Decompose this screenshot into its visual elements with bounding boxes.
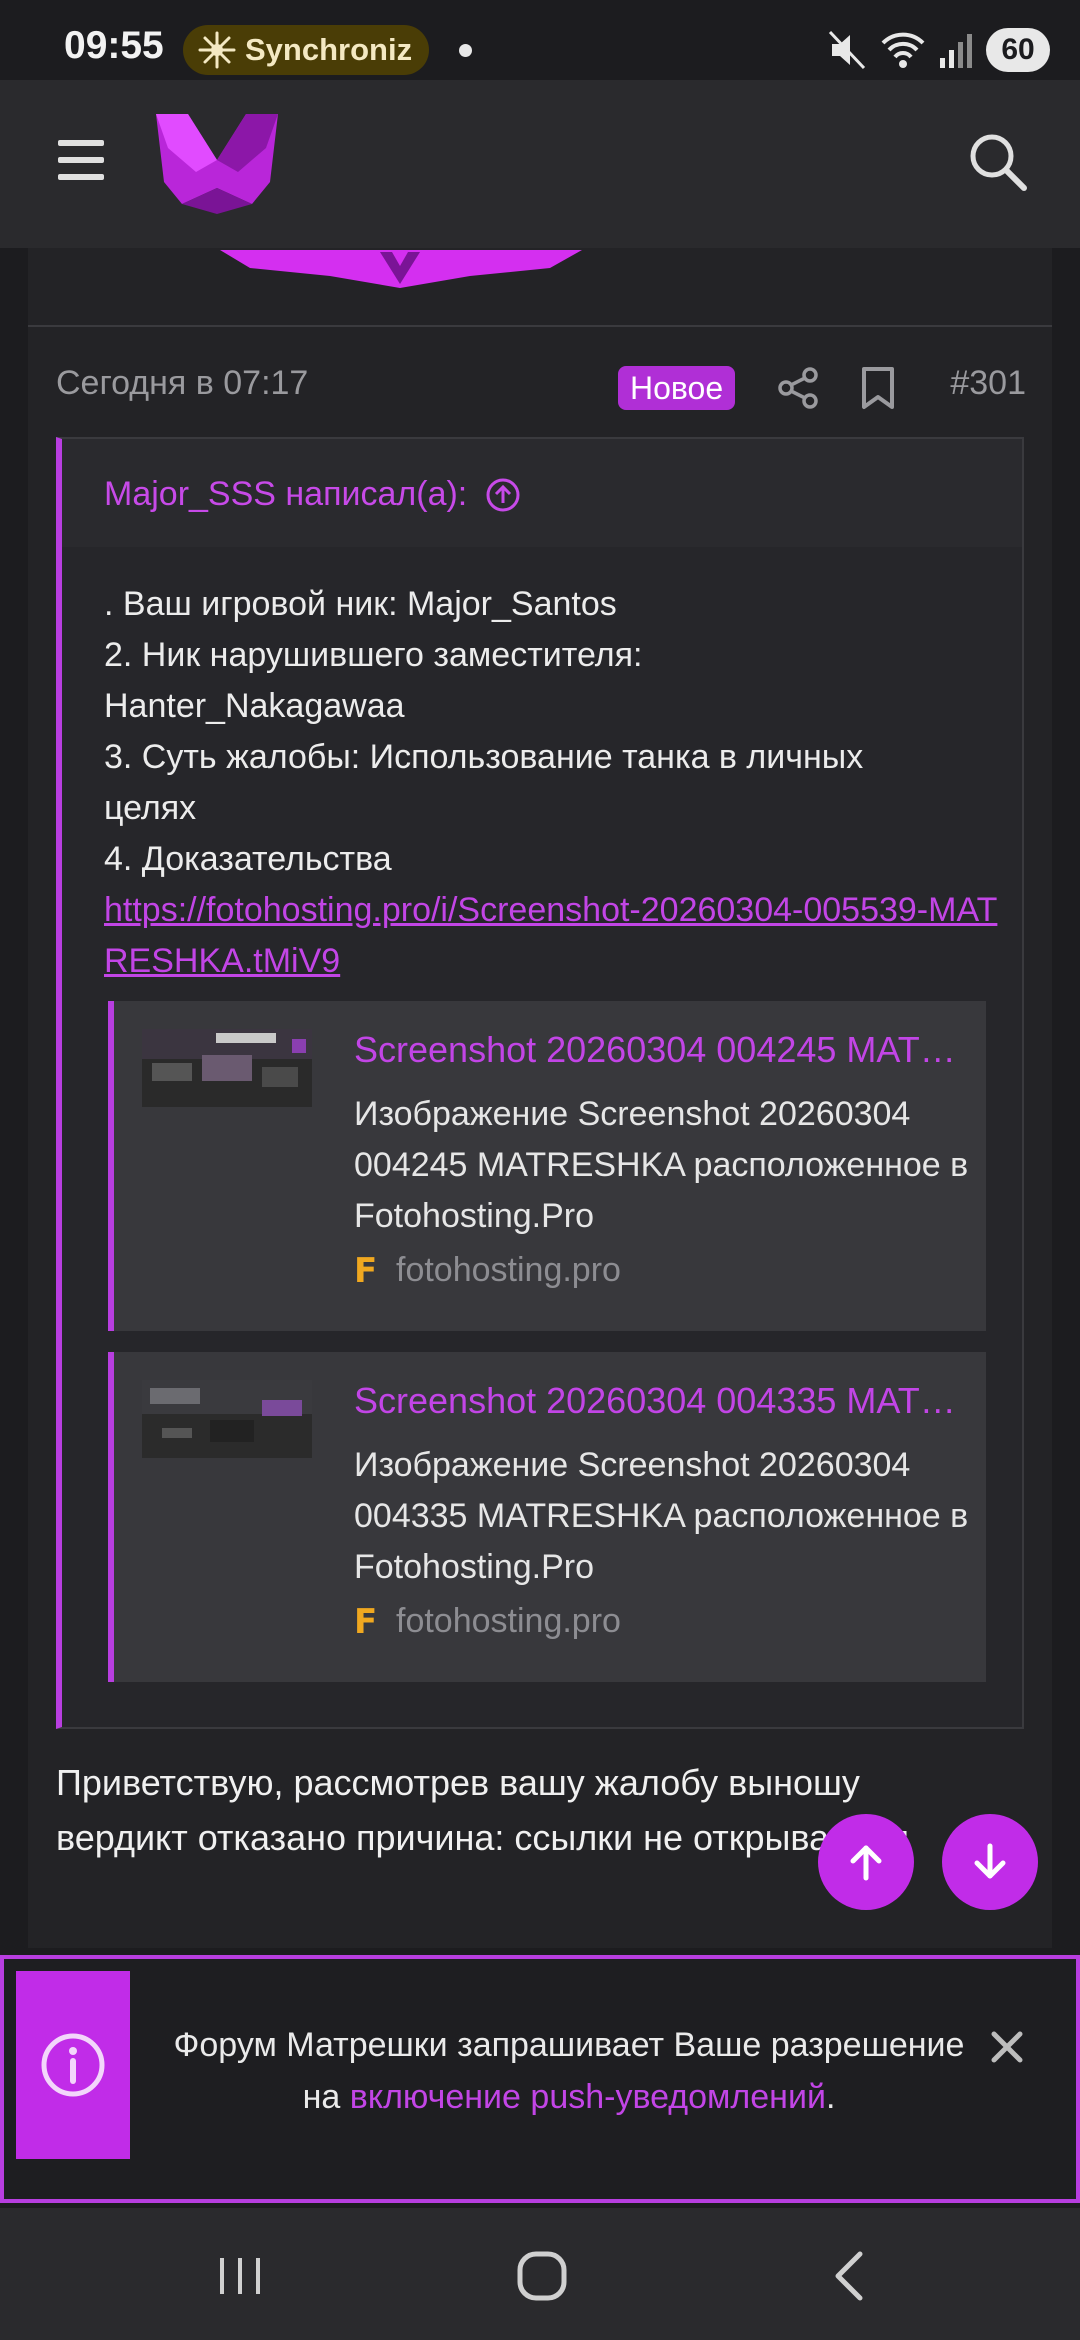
preview-description: Изображение Screenshot 20260304 004245 M… xyxy=(354,1095,969,1235)
scroll-to-top-button[interactable] xyxy=(818,1814,914,1910)
notice-text-after: . xyxy=(825,2078,836,2116)
wifi-icon xyxy=(881,32,925,68)
arrow-up-circle-icon[interactable] xyxy=(485,477,521,513)
quote-author-text: Major_SSS написал(а): xyxy=(104,475,468,513)
quote-block: Major_SSS написал(а): . Ваш игровой ник:… xyxy=(56,437,1024,1729)
status-bar: 09:55 Synchroniz 60 xyxy=(0,0,1080,80)
close-icon[interactable] xyxy=(989,2029,1025,2065)
quote-line: целях xyxy=(104,789,197,827)
fotohosting-favicon-icon: F xyxy=(354,1601,378,1642)
evidence-link[interactable]: https://fotohosting.pro/i/Screenshot-202… xyxy=(104,885,1004,987)
preview-description: Изображение Screenshot 20260304 004335 M… xyxy=(354,1446,969,1586)
notice-text: Форум Матрешки запрашивает Ваше разрешен… xyxy=(154,2019,984,2123)
back-icon[interactable] xyxy=(820,2248,880,2304)
status-time: 09:55 xyxy=(64,24,164,67)
quote-line: Hanter_Nakagawaa xyxy=(104,687,405,725)
link-preview-card[interactable]: Screenshot 20260304 004335 MATRESHKA Изо… xyxy=(108,1352,986,1682)
post-number-link[interactable]: #301 xyxy=(950,364,1026,403)
arrow-up-icon xyxy=(850,1845,882,1881)
quote-header: Major_SSS написал(а): xyxy=(62,439,1022,547)
post-divider xyxy=(28,325,1052,327)
quote-author-link[interactable]: Major_SSS написал(а): xyxy=(104,475,521,514)
home-icon[interactable] xyxy=(512,2248,572,2304)
sync-pill-text: Synchroniz xyxy=(245,32,413,67)
hamburger-menu-icon[interactable] xyxy=(58,140,106,186)
preview-source-text: fotohosting.pro xyxy=(396,1602,621,1640)
post-date[interactable]: Сегодня в 07:17 xyxy=(56,364,308,403)
preview-title[interactable]: Screenshot 20260304 004245 MATRESHKA xyxy=(354,1029,964,1071)
enable-push-link[interactable]: включение push-уведомлений xyxy=(350,2078,826,2116)
quote-line: 4. Доказательства xyxy=(104,840,392,878)
new-badge: Новое xyxy=(618,366,736,410)
quote-line: 2. Ник нарушившего заместителя: xyxy=(104,636,643,674)
status-icons: 60 xyxy=(828,22,1050,78)
sync-status-pill[interactable]: Synchroniz xyxy=(183,25,429,75)
push-permission-notice: Форум Матрешки запрашивает Ваше разрешен… xyxy=(0,1955,1080,2203)
matreshka-logo[interactable] xyxy=(152,108,282,214)
preview-source: F fotohosting.pro xyxy=(354,1251,621,1290)
preview-thumbnail xyxy=(142,1380,312,1458)
notification-dot xyxy=(459,44,472,57)
app-header xyxy=(0,80,1080,248)
search-icon[interactable] xyxy=(966,130,1028,192)
quote-body: . Ваш игровой ник: Major_Santos 2. Ник н… xyxy=(104,579,1004,987)
preview-source: F fotohosting.pro xyxy=(354,1602,621,1641)
recents-icon[interactable] xyxy=(210,2248,270,2304)
bookmark-icon[interactable] xyxy=(858,366,898,410)
preview-thumbnail xyxy=(142,1029,312,1107)
sync-sparkle-icon xyxy=(198,31,236,69)
system-navigation-bar xyxy=(0,2208,1080,2340)
fotohosting-favicon-icon: F xyxy=(354,1250,378,1291)
preview-source-text: fotohosting.pro xyxy=(396,1251,621,1289)
post-meta-row: Сегодня в 07:17 Новое #301 xyxy=(56,360,1026,420)
info-icon xyxy=(41,2033,105,2097)
previous-post-banner-image xyxy=(220,250,582,288)
signal-icon xyxy=(940,34,972,68)
link-preview-card[interactable]: Screenshot 20260304 004245 MATRESHKA Изо… xyxy=(108,1001,986,1331)
battery-indicator: 60 xyxy=(986,28,1050,72)
quote-line: . Ваш игровой ник: Major_Santos xyxy=(104,585,617,623)
share-icon[interactable] xyxy=(776,366,820,410)
arrow-down-icon xyxy=(974,1843,1006,1879)
mute-icon xyxy=(828,30,866,70)
scroll-to-bottom-button[interactable] xyxy=(942,1814,1038,1910)
quote-line: 3. Суть жалобы: Использование танка в ли… xyxy=(104,738,864,776)
notice-icon-box xyxy=(16,1971,130,2159)
preview-title[interactable]: Screenshot 20260304 004335 MATRESHKA xyxy=(354,1380,964,1422)
